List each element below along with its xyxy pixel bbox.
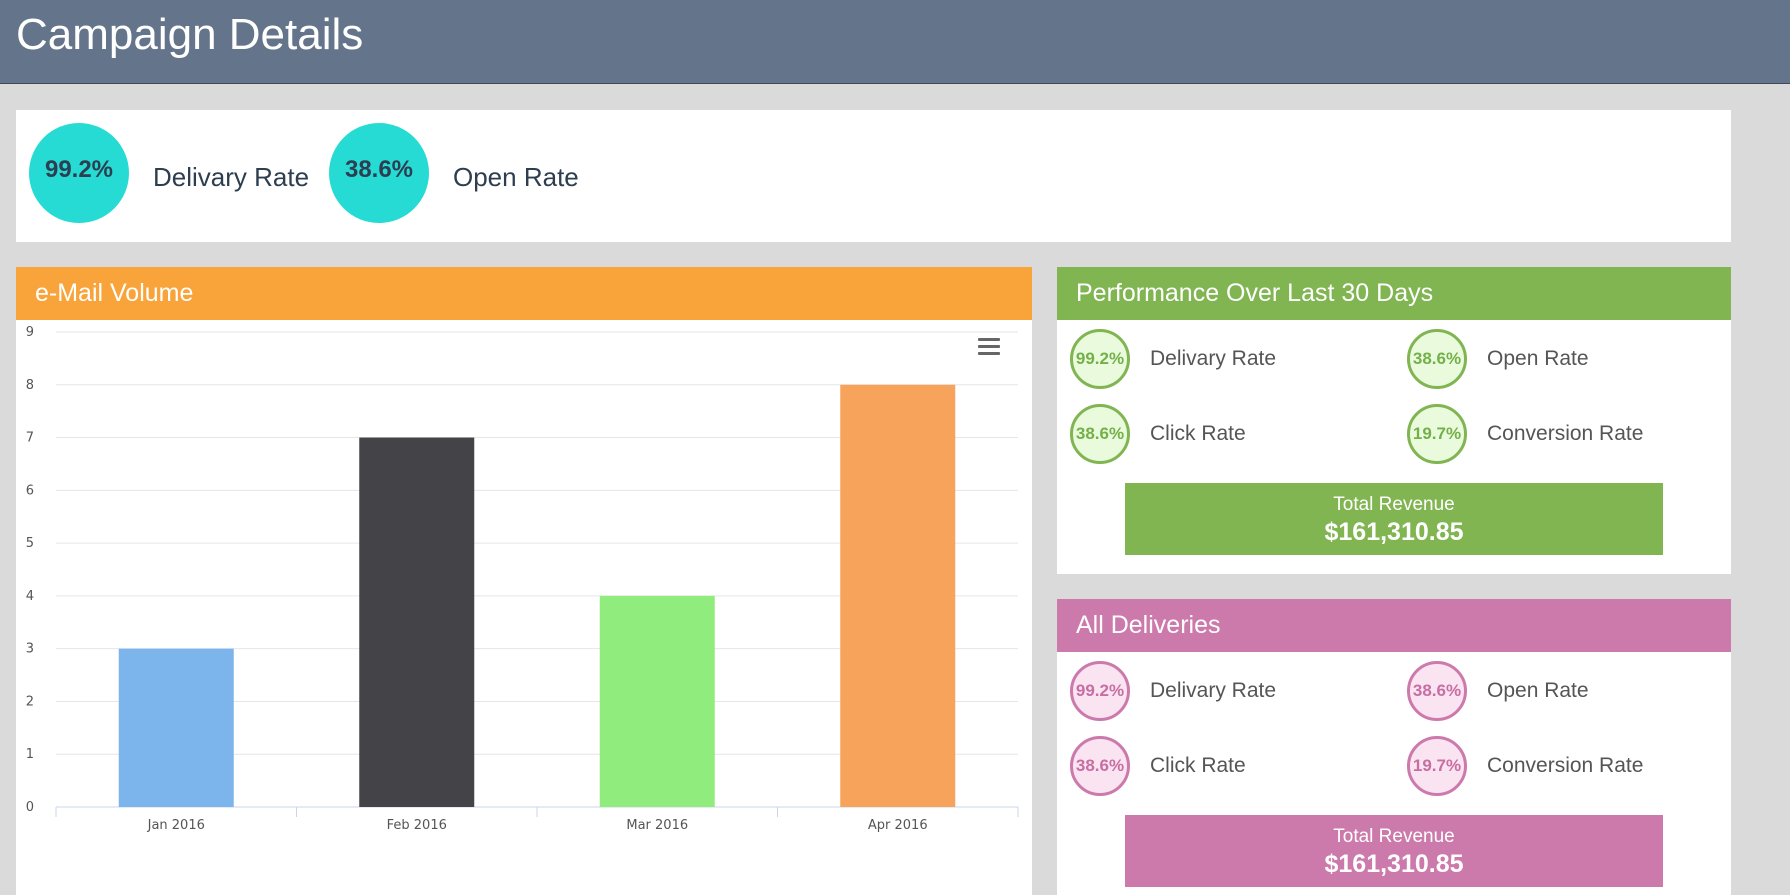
- top-bar: Campaign Details: [0, 0, 1790, 84]
- deliv-total-revenue-button[interactable]: Total Revenue $161,310.85: [1125, 815, 1663, 887]
- y-tick-label: 0: [26, 800, 34, 815]
- performance-title: Performance Over Last 30 Days: [1057, 267, 1731, 320]
- deliv-click-rate-badge: 38.6%: [1070, 736, 1130, 796]
- y-tick-label: 4: [26, 589, 34, 604]
- page-title: Campaign Details: [16, 10, 364, 59]
- open-rate-label: Open Rate: [453, 162, 579, 192]
- deliv-click-rate-label: Click Rate: [1150, 754, 1246, 777]
- deliv-total-revenue-value: $161,310.85: [1324, 850, 1464, 878]
- email-volume-title: e-Mail Volume: [16, 267, 1032, 320]
- email-volume-panel: e-Mail Volume 0 1 2 3 4 5 6 7 8 9 Jan 2016 Feb 2016…: [16, 267, 1032, 895]
- x-tick-label: Mar 2016: [626, 818, 688, 833]
- x-tick-label: Apr 2016: [868, 818, 928, 833]
- deliv-delivery-rate-label: Delivary Rate: [1150, 679, 1277, 702]
- y-tick-label: 3: [26, 642, 34, 657]
- all-deliveries-title: All Deliveries: [1057, 599, 1731, 652]
- perf-conversion-rate-label: Conversion Rate: [1487, 422, 1644, 445]
- perf-total-revenue-value: $161,310.85: [1324, 518, 1464, 546]
- perf-open-rate-badge: 38.6%: [1407, 329, 1467, 389]
- y-tick-label: 2: [26, 694, 34, 709]
- bar: [118, 648, 234, 807]
- delivery-rate-label: Delivary Rate: [153, 162, 310, 192]
- all-deliveries-panel: All Deliveries 99.2% Delivary Rate 38.6%…: [1057, 599, 1731, 895]
- deliv-conversion-rate-badge: 19.7%: [1407, 736, 1467, 796]
- y-tick-label: 5: [26, 536, 34, 551]
- bar: [359, 437, 475, 807]
- deliv-open-rate-label: Open Rate: [1487, 679, 1589, 702]
- deliv-total-revenue-label: Total Revenue: [1333, 826, 1455, 847]
- y-tick-label: 6: [26, 483, 34, 498]
- y-tick-label: 1: [26, 747, 34, 762]
- perf-delivery-rate-badge: 99.2%: [1070, 329, 1130, 389]
- y-tick-label: 8: [26, 378, 34, 393]
- hamburger-menu-icon[interactable]: [978, 338, 1000, 358]
- x-tick-label: Feb 2016: [387, 818, 447, 833]
- open-rate-badge: 38.6%: [329, 123, 429, 223]
- perf-delivery-rate-label: Delivary Rate: [1150, 347, 1277, 370]
- email-volume-chart: 0 1 2 3 4 5 6 7 8 9 Jan 2016 Feb 2016 Mar 2016 Apr 20…: [26, 325, 1019, 833]
- x-tick-label: Jan 2016: [147, 818, 205, 833]
- perf-total-revenue-label: Total Revenue: [1333, 494, 1455, 515]
- perf-total-revenue-button[interactable]: Total Revenue $161,310.85: [1125, 483, 1663, 555]
- y-tick-label: 7: [26, 431, 34, 446]
- y-tick-label: 9: [26, 325, 34, 340]
- perf-open-rate-label: Open Rate: [1487, 347, 1589, 370]
- bar: [840, 384, 956, 807]
- deliv-open-rate-badge: 38.6%: [1407, 661, 1467, 721]
- delivery-rate-badge: 99.2%: [29, 123, 129, 223]
- summary-panel: 99.2% Delivary Rate 38.6% Open Rate: [16, 110, 1731, 242]
- bar: [599, 595, 715, 807]
- performance-panel: Performance Over Last 30 Days 99.2% Deli…: [1057, 267, 1731, 574]
- perf-click-rate-label: Click Rate: [1150, 422, 1246, 445]
- deliv-conversion-rate-label: Conversion Rate: [1487, 754, 1644, 777]
- perf-conversion-rate-badge: 19.7%: [1407, 404, 1467, 464]
- perf-click-rate-badge: 38.6%: [1070, 404, 1130, 464]
- deliv-delivery-rate-badge: 99.2%: [1070, 661, 1130, 721]
